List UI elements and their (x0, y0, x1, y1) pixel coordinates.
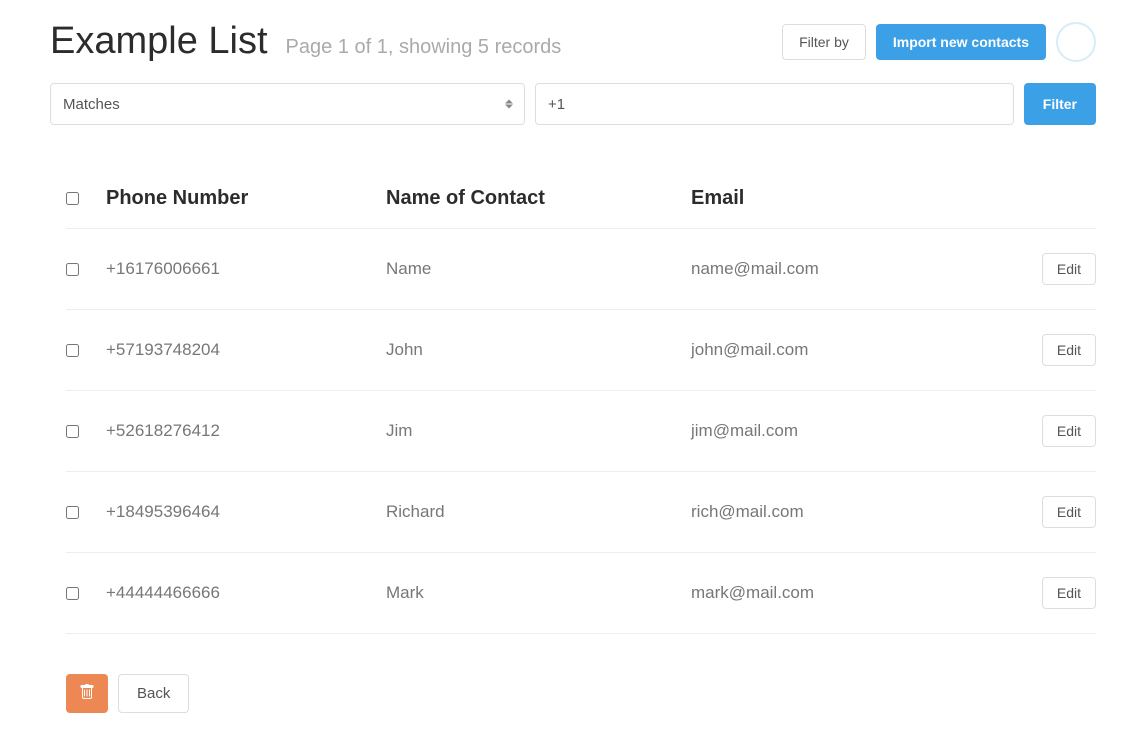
table-body: +16176006661Namename@mail.comEdit+571937… (66, 229, 1096, 634)
row-check-cell (66, 344, 106, 357)
cell-action: Edit (1036, 577, 1096, 609)
column-name-header: Name of Contact (386, 187, 691, 210)
row-checkbox[interactable] (66, 506, 79, 519)
back-button[interactable]: Back (118, 674, 189, 713)
row-checkbox[interactable] (66, 587, 79, 600)
row-checkbox[interactable] (66, 263, 79, 276)
edit-button[interactable]: Edit (1042, 577, 1096, 609)
table-row: +18495396464Richardrich@mail.com Edit (66, 472, 1096, 553)
header-actions: Filter by Import new contacts (782, 22, 1096, 62)
select-all-checkbox[interactable] (66, 192, 79, 205)
row-check-cell (66, 263, 106, 276)
cell-phone: +57193748204 (106, 340, 386, 360)
contacts-table: Phone Number Name of Contact Email +1617… (66, 175, 1096, 634)
filter-bar: Matches Filter (50, 83, 1096, 125)
table-row: +44444466666Markmark@mail.com Edit (66, 553, 1096, 634)
table-row: +52618276412Jimjim@mail.com Edit (66, 391, 1096, 472)
cell-name: Richard (386, 502, 691, 522)
filter-by-button[interactable]: Filter by (782, 24, 866, 60)
match-select-wrap: Matches (50, 83, 525, 125)
cell-action: Edit (1036, 334, 1096, 366)
cell-phone: +44444466666 (106, 583, 386, 603)
cell-name: Jim (386, 421, 691, 441)
footer-actions: Back (66, 674, 1096, 713)
row-checkbox[interactable] (66, 344, 79, 357)
loading-indicator-icon (1056, 22, 1096, 62)
table-header-row: Phone Number Name of Contact Email (66, 175, 1096, 229)
column-email-header: Email (691, 187, 1036, 210)
table-row: +57193748204Johnjohn@mail.com Edit (66, 310, 1096, 391)
header-left: Example List Page 1 of 1, showing 5 reco… (50, 20, 561, 63)
cell-phone: +52618276412 (106, 421, 386, 441)
trash-icon (79, 684, 95, 703)
row-checkbox[interactable] (66, 425, 79, 438)
page-title: Example List (50, 20, 268, 63)
page-subtitle: Page 1 of 1, showing 5 records (286, 36, 562, 59)
delete-button[interactable] (66, 674, 108, 713)
cell-phone: +16176006661 (106, 259, 386, 279)
cell-name: Name (386, 259, 691, 279)
edit-button[interactable]: Edit (1042, 334, 1096, 366)
column-phone-header: Phone Number (106, 187, 386, 210)
cell-email: name@mail.com (691, 259, 1036, 279)
edit-button[interactable]: Edit (1042, 496, 1096, 528)
select-all-cell (66, 192, 106, 205)
search-input-wrap (535, 83, 1014, 125)
cell-email: jim@mail.com (691, 421, 1036, 441)
cell-action: Edit (1036, 496, 1096, 528)
import-contacts-button[interactable]: Import new contacts (876, 24, 1046, 60)
search-input[interactable] (535, 83, 1014, 125)
cell-action: Edit (1036, 415, 1096, 447)
edit-button[interactable]: Edit (1042, 415, 1096, 447)
cell-email: rich@mail.com (691, 502, 1036, 522)
cell-phone: +18495396464 (106, 502, 386, 522)
cell-email: john@mail.com (691, 340, 1036, 360)
cell-email: mark@mail.com (691, 583, 1036, 603)
row-check-cell (66, 506, 106, 519)
cell-name: Mark (386, 583, 691, 603)
cell-action: Edit (1036, 253, 1096, 285)
row-check-cell (66, 587, 106, 600)
match-select[interactable]: Matches (50, 83, 525, 125)
table-row: +16176006661Namename@mail.com Edit (66, 229, 1096, 310)
cell-name: John (386, 340, 691, 360)
row-check-cell (66, 425, 106, 438)
filter-button[interactable]: Filter (1024, 83, 1096, 125)
page-header: Example List Page 1 of 1, showing 5 reco… (50, 20, 1096, 63)
edit-button[interactable]: Edit (1042, 253, 1096, 285)
